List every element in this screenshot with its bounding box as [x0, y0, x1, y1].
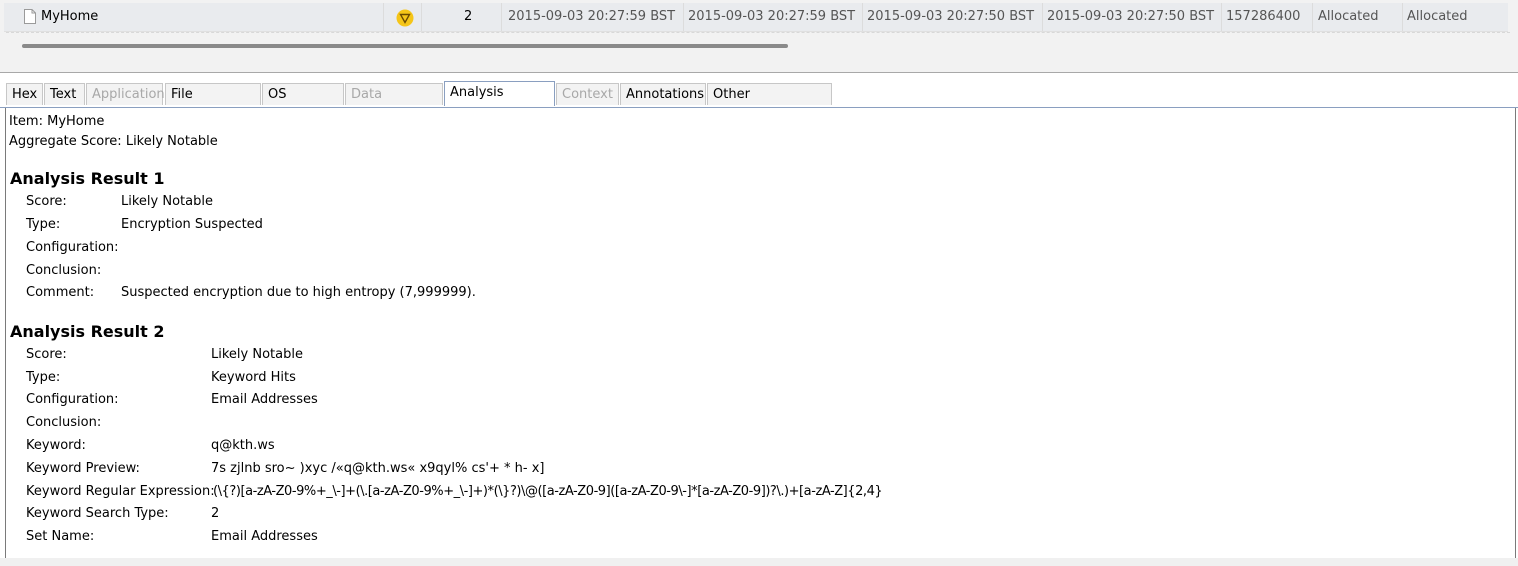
- field-label: Keyword Search Type:: [26, 506, 169, 521]
- file-name-cell: MyHome: [41, 3, 384, 31]
- tab-data-artifacts[interactable]: Data Artifacts: [345, 83, 443, 124]
- analysis-result-2-title: Analysis Result 2: [10, 322, 165, 341]
- tab-application[interactable]: Application: [86, 83, 165, 105]
- tab-file-metadata[interactable]: File Metadata: [165, 83, 261, 124]
- created-time-cell: 2015-09-03 20:27:50 BST: [1043, 3, 1222, 31]
- status-strip: [0, 558, 1518, 566]
- row-divider: [6, 32, 1510, 37]
- field-label: Comment:: [26, 285, 95, 300]
- field-label: Keyword:: [26, 438, 86, 453]
- field-label: Type:: [26, 217, 61, 232]
- dir-flag-cell: Allocated: [1313, 3, 1403, 31]
- field-label: Keyword Preview:: [26, 461, 140, 476]
- content-viewer-tabs: Hex Text Application File Metadata OS Ac…: [0, 81, 1518, 124]
- change-time-cell: 2015-09-03 20:27:59 BST: [684, 3, 863, 31]
- access-time-cell: 2015-09-03 20:27:50 BST: [863, 3, 1043, 31]
- horizontal-scrollbar[interactable]: [22, 44, 788, 48]
- analysis-results-panel: Item: MyHome Aggregate Score: Likely Not…: [5, 108, 1516, 558]
- field-value: Suspected encryption due to high entropy…: [121, 285, 476, 300]
- field-label: Conclusion:: [26, 415, 102, 430]
- item-line: Item: MyHome: [9, 114, 105, 129]
- field-label: Score:: [26, 194, 67, 209]
- analysis-result-1-title: Analysis Result 1: [10, 169, 165, 188]
- field-value: Keyword Hits: [211, 370, 296, 385]
- field-label: Configuration:: [26, 392, 119, 407]
- tab-text[interactable]: Text: [44, 83, 85, 105]
- field-value: Likely Notable: [211, 347, 303, 362]
- field-label: Keyword Regular Expression:: [26, 484, 215, 499]
- field-value: Encryption Suspected: [121, 217, 263, 232]
- field-label: Type:: [26, 370, 61, 385]
- occurrences-cell: 2: [422, 3, 502, 31]
- field-value: 7s zjlnb sro~ )xyc /«q@kth.ws« x9qyl% cs…: [211, 461, 545, 476]
- field-label: Configuration:: [26, 240, 119, 255]
- file-table: MyHome 2 2015-09-03 20:27:59 BST 2015-09…: [0, 0, 1518, 73]
- field-label: Conclusion:: [26, 263, 102, 278]
- field-value: (\{?)[a-zA-Z0-9%+_\-]+(\.[a-zA-Z0-9%+_\-…: [213, 484, 883, 499]
- field-value: q@kth.ws: [211, 438, 275, 453]
- field-value: Email Addresses: [211, 529, 318, 544]
- field-label: Set Name:: [26, 529, 95, 544]
- field-value: Email Addresses: [211, 392, 318, 407]
- modified-time-cell: 2015-09-03 20:27:59 BST: [504, 3, 684, 31]
- file-icon: [24, 9, 36, 24]
- comment-cell: [385, 3, 422, 31]
- aggregate-score-line: Aggregate Score: Likely Notable: [9, 134, 218, 149]
- tab-annotations[interactable]: Annotations: [620, 83, 706, 105]
- field-value: 2: [211, 506, 220, 521]
- field-label: Score:: [26, 347, 67, 362]
- tab-analysis-results[interactable]: Analysis Results: [444, 81, 555, 122]
- table-row[interactable]: MyHome 2 2015-09-03 20:27:59 BST 2015-09…: [4, 3, 1508, 32]
- field-value: Likely Notable: [121, 194, 213, 209]
- meta-flag-cell: Allocated: [1407, 9, 1468, 24]
- tab-os-account[interactable]: OS Account: [262, 83, 344, 124]
- size-cell: 157286400: [1222, 3, 1313, 31]
- tab-context[interactable]: Context: [556, 83, 619, 105]
- tab-other-occurrences[interactable]: Other Occurrences: [707, 83, 832, 124]
- tab-hex[interactable]: Hex: [6, 83, 43, 105]
